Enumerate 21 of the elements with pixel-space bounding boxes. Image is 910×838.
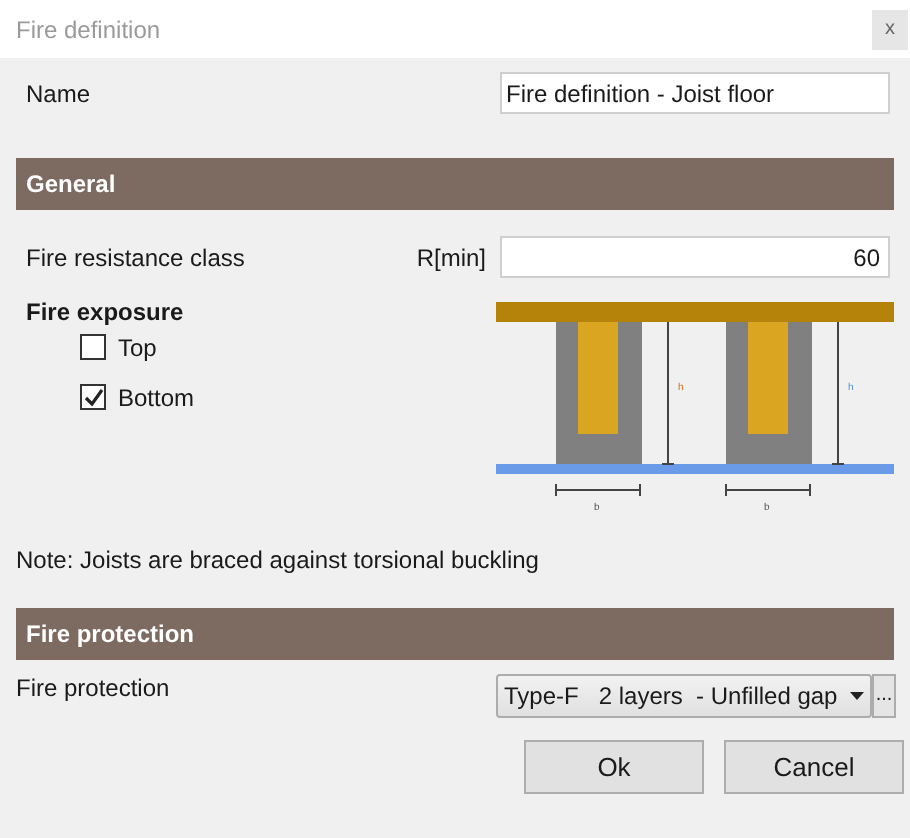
note-text: Note: Joists are braced against torsional buckling bbox=[14, 544, 541, 570]
field-label: Fire resistance class bbox=[26, 241, 245, 275]
dropdown-arrow-icon bbox=[850, 692, 864, 700]
checkbox-label: Top bbox=[118, 331, 157, 365]
group-label: Fire exposure bbox=[26, 296, 186, 326]
resistance-field[interactable]: 60 bbox=[500, 236, 890, 278]
field-label: Name bbox=[26, 77, 91, 111]
ok-button[interactable]: Ok bbox=[524, 740, 704, 794]
section-header: Fire protection bbox=[26, 618, 195, 652]
close-button[interactable]: x bbox=[872, 9, 908, 49]
more-button[interactable]: ... bbox=[872, 674, 896, 718]
window-title: Fire definition bbox=[16, 13, 161, 47]
checkbox[interactable] bbox=[80, 334, 106, 360]
protection-dropdown[interactable]: Type-F 2 layers - Unfilled gap bbox=[496, 674, 872, 718]
checkbox[interactable] bbox=[80, 384, 106, 410]
name-field[interactable]: Fire definition - Joist floor bbox=[500, 72, 890, 114]
checkbox-label: Bottom bbox=[118, 381, 195, 415]
field-label: Fire protection bbox=[16, 672, 170, 706]
cancel-button[interactable]: Cancel bbox=[724, 740, 904, 794]
section-header: General bbox=[26, 168, 116, 202]
unit-label: R[min] bbox=[416, 241, 486, 275]
